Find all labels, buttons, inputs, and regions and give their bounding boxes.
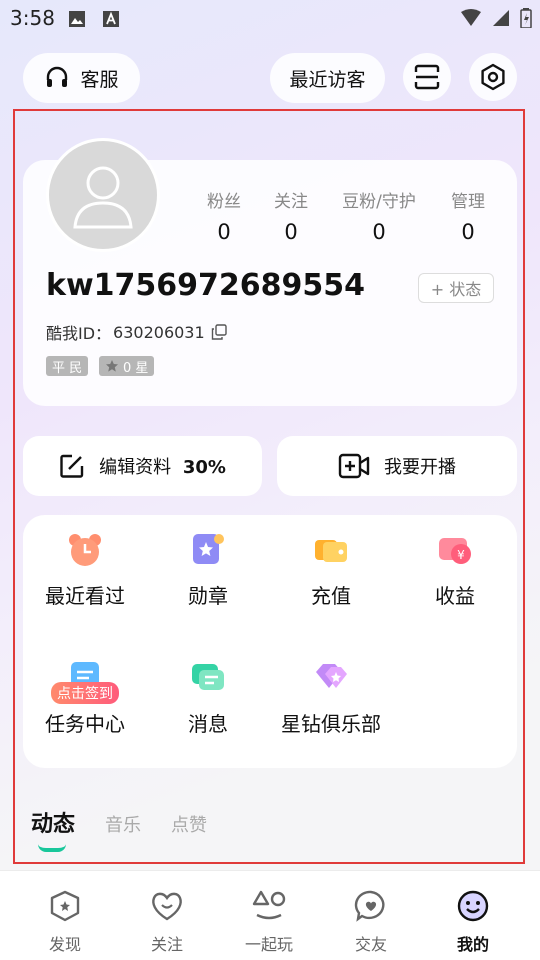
grid-item-task-center[interactable]: 点击签到 任务中心	[20, 660, 150, 737]
nav-discover[interactable]: 发现	[25, 889, 105, 955]
wifi-icon	[461, 9, 481, 26]
kuwo-id: 酷我ID： 630206031	[46, 320, 227, 344]
chat-heart-icon	[354, 890, 385, 922]
discover-icon	[50, 890, 80, 922]
stat-label: 管理	[451, 192, 485, 212]
grid-label: 勋章	[188, 584, 228, 608]
heart-icon	[152, 892, 182, 921]
content-tabs: 动态 音乐 点赞	[31, 806, 207, 838]
stat-fans[interactable]: 粉丝 0	[194, 187, 254, 244]
kuwo-id-label: 酷我ID：	[46, 324, 112, 343]
smiley-icon	[457, 890, 489, 922]
text-a-icon	[103, 11, 119, 27]
wallet-icon	[315, 540, 347, 562]
edit-icon	[60, 454, 84, 478]
copy-icon[interactable]	[211, 324, 227, 340]
stat-label: 关注	[274, 192, 308, 212]
status-time: 3:58	[10, 6, 55, 30]
start-live-label: 我要开播	[384, 457, 456, 478]
grid-label: 充值	[311, 584, 351, 608]
default-avatar-icon	[73, 166, 133, 229]
grid-item-star-diamond-club[interactable]: 星钻俱乐部	[266, 660, 396, 737]
earnings-icon: ¥	[439, 538, 471, 564]
grid-item-medals[interactable]: 勋章	[143, 532, 273, 609]
star-badge[interactable]: 0 星	[99, 356, 155, 376]
nav-label: 我的	[456, 935, 489, 954]
star-icon	[106, 360, 118, 372]
nav-make-friends[interactable]: 交友	[331, 889, 411, 955]
grid-item-recharge[interactable]: 充值	[266, 532, 396, 609]
stat-manage[interactable]: 管理 0	[438, 187, 498, 244]
scan-button[interactable]	[403, 53, 451, 101]
stat-value: 0	[217, 220, 231, 244]
nav-play-together[interactable]: 一起玩	[229, 889, 309, 955]
recent-visitors-button[interactable]: 最近访客	[270, 53, 385, 103]
stat-label: 豆粉/守护	[342, 192, 416, 212]
checkin-tag[interactable]: 点击签到	[51, 682, 119, 704]
tab-likes[interactable]: 点赞	[171, 811, 207, 837]
tab-feed[interactable]: 动态	[31, 806, 75, 838]
nav-following[interactable]: 关注	[127, 889, 207, 955]
edit-label-text: 编辑资料	[99, 457, 172, 478]
nav-label: 发现	[48, 935, 81, 954]
svg-text:¥: ¥	[457, 548, 465, 562]
grid-item-recently-viewed[interactable]: 最近看过	[20, 532, 150, 609]
stat-label: 粉丝	[207, 192, 241, 212]
customer-service-label: 客服	[80, 68, 119, 91]
kuwo-id-value: 630206031	[113, 322, 205, 342]
settings-button[interactable]	[469, 53, 517, 101]
grid-label: 星钻俱乐部	[281, 712, 381, 736]
battery-icon	[520, 8, 532, 28]
message-icon	[192, 664, 224, 690]
start-live-button[interactable]: 我要开播	[277, 436, 517, 496]
headset-icon	[47, 66, 68, 87]
stat-value: 0	[461, 220, 475, 244]
stat-following[interactable]: 关注 0	[261, 187, 321, 244]
tab-music[interactable]: 音乐	[105, 811, 141, 837]
grid-label: 任务中心	[45, 712, 125, 736]
add-status-button[interactable]: + 状态	[418, 273, 494, 303]
bottom-nav: 发现 关注 一起玩 交友 我的	[0, 870, 540, 960]
edit-profile-label: 编辑资料 30%	[99, 453, 226, 479]
recent-visitors-label: 最近访客	[289, 68, 366, 91]
gallery-icon	[69, 11, 85, 27]
grid-item-messages[interactable]: 消息	[143, 660, 273, 737]
stat-douban-guard[interactable]: 豆粉/守护 0	[334, 187, 424, 244]
nav-label: 交友	[354, 935, 387, 954]
play-together-icon	[252, 890, 286, 920]
username: kw1756972689554	[46, 268, 366, 303]
signal-icon	[493, 10, 509, 26]
scan-icon	[414, 64, 440, 90]
avatar[interactable]	[46, 138, 160, 252]
grid-item-earnings[interactable]: ¥ 收益	[390, 532, 520, 609]
nav-label: 关注	[150, 935, 183, 954]
tab-active-indicator	[38, 844, 66, 852]
rank-badge[interactable]: 平 民	[46, 356, 89, 376]
grid-label: 收益	[435, 584, 475, 608]
stat-value: 0	[284, 220, 298, 244]
grid-label: 最近看过	[45, 584, 125, 608]
medal-icon	[193, 534, 224, 564]
rank-label: 平 民	[52, 360, 83, 376]
edit-progress: 30%	[182, 457, 226, 478]
stat-value: 0	[372, 220, 386, 244]
star-label: 0 星	[123, 360, 149, 376]
edit-profile-button[interactable]: 编辑资料 30%	[23, 436, 262, 496]
nav-me[interactable]: 我的	[433, 889, 513, 955]
settings-icon	[481, 63, 505, 91]
customer-service-button[interactable]: 客服	[23, 53, 140, 103]
diamond-heart-icon	[316, 664, 347, 688]
grid-label: 消息	[188, 712, 228, 736]
alarm-clock-icon	[69, 534, 101, 566]
nav-label: 一起玩	[244, 935, 293, 954]
camera-plus-icon	[338, 453, 370, 479]
status-bar: 3:58	[0, 0, 540, 36]
